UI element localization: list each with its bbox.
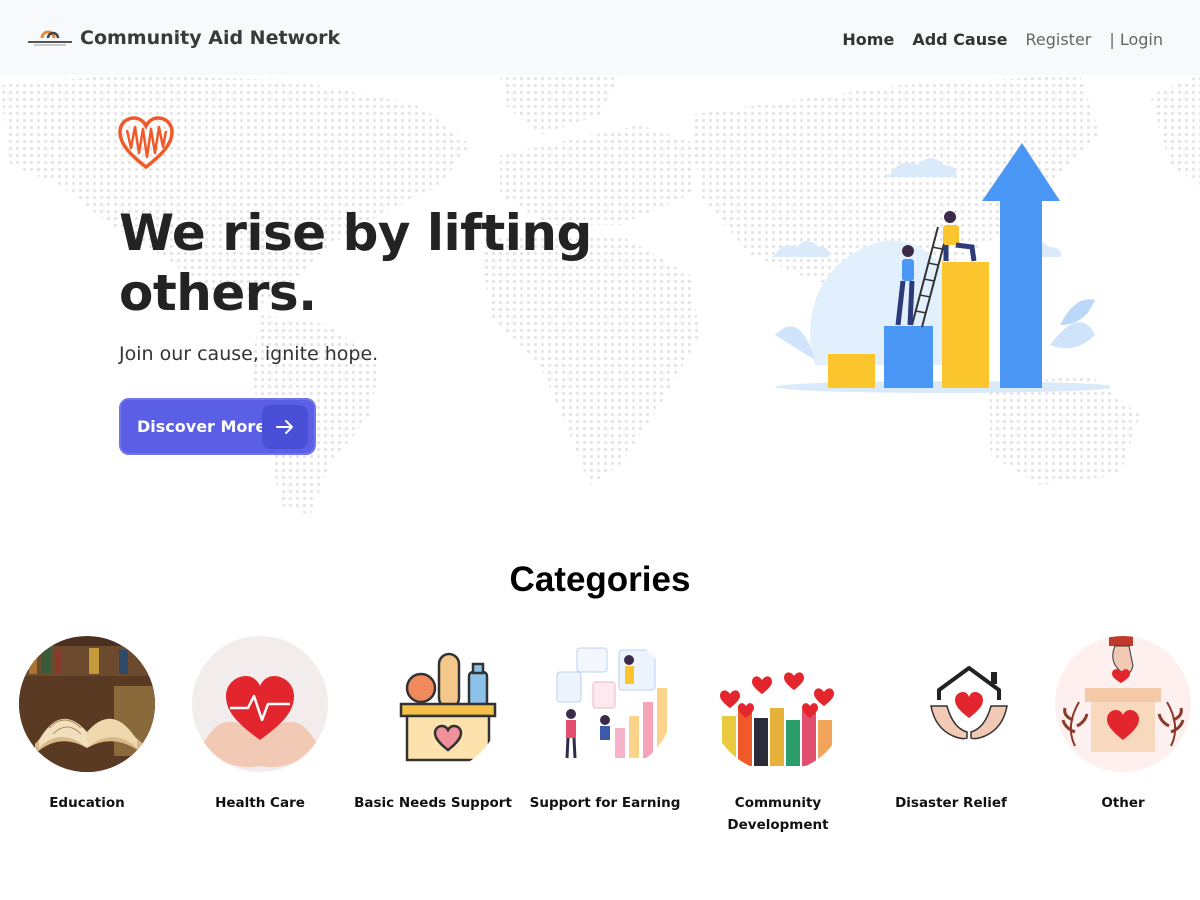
category-basic-needs-support[interactable]: Basic Needs Support [347, 636, 519, 814]
nav-login-link[interactable]: | Login [1109, 30, 1163, 49]
hero-title: We rise by lifting others. [119, 204, 592, 322]
arrow-right-icon [262, 405, 308, 449]
category-label: Health Care [215, 795, 305, 811]
growth-people-icon [537, 636, 673, 772]
grocery-box-icon [365, 636, 501, 772]
nav-register-link[interactable]: Register [1025, 30, 1091, 49]
donation-box-icon [1055, 636, 1191, 772]
heart-logo-icon [116, 115, 176, 175]
nav-add-cause-link[interactable]: Add Cause [912, 30, 1007, 49]
growth-chart-illustration [771, 143, 1110, 393]
raised-hands-icon [710, 636, 846, 772]
category-label: Support for Earning [529, 795, 681, 811]
category-label: Other [1101, 795, 1145, 811]
heart-in-hands-icon [192, 636, 328, 772]
brand-name: Community Aid Network [80, 26, 341, 49]
discover-more-button[interactable]: Discover More [119, 398, 316, 455]
category-label: Education [49, 795, 125, 811]
category-education[interactable]: Education [1, 636, 173, 814]
house-hands-icon [883, 636, 1019, 772]
brand[interactable]: Community Aid Network [28, 27, 340, 49]
categories-title: Categories [509, 560, 691, 599]
category-label: Community Development [727, 795, 829, 833]
hero-section: We rise by lifting others. Join our caus… [0, 75, 1200, 520]
open-book-icon [19, 636, 155, 772]
category-support-for-earning[interactable]: Support for Earning [519, 636, 691, 814]
nav-home-link[interactable]: Home [842, 30, 894, 49]
category-label: Disaster Relief [895, 795, 1007, 811]
hero-subtitle: Join our cause, ignite hope. [119, 343, 379, 365]
category-community-development[interactable]: Community Development [692, 636, 864, 836]
discover-more-label: Discover More [137, 417, 267, 436]
nav-links: Home Add Cause Register | Login [842, 30, 1172, 49]
category-label: Basic Needs Support [354, 795, 512, 811]
navbar: Community Aid Network Home Add Cause Reg… [0, 0, 1200, 75]
category-health-care[interactable]: Health Care [174, 636, 346, 814]
category-disaster-relief[interactable]: Disaster Relief [865, 636, 1037, 814]
category-other[interactable]: Other [1037, 636, 1200, 814]
brand-logo-icon [28, 28, 72, 48]
